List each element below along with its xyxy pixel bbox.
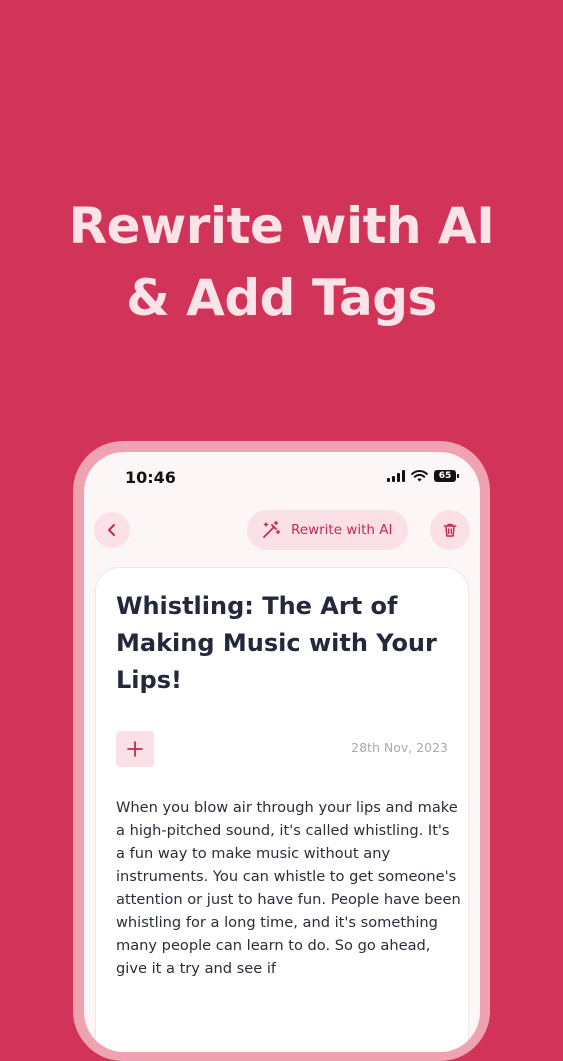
note-card: Whistling: The Art of Making Music with … [95,567,469,1052]
trash-icon [443,523,457,537]
delete-button[interactable] [430,510,470,550]
status-icons: 65 [387,470,459,482]
note-title[interactable]: Whistling: The Art of Making Music with … [116,588,451,699]
rewrite-with-ai-button[interactable]: Rewrite with AI [247,510,409,550]
battery-icon: 65 [434,470,459,482]
magic-wand-icon [263,520,281,538]
promo-headline-line-1: Rewrite with AI [68,197,495,255]
cellular-signal-icon [387,470,405,482]
note-body[interactable]: When you blow air through your lips and … [116,796,461,980]
back-button[interactable] [94,512,130,548]
note-date: 28th Nov, 2023 [351,740,448,755]
add-tag-button[interactable] [116,731,154,767]
chevron-left-icon [108,524,115,536]
rewrite-with-ai-label: Rewrite with AI [291,522,393,538]
phone-screen: 10:46 65 Rewrite with AI Whistling: The … [84,452,480,1052]
wifi-icon [411,470,428,482]
plus-icon [127,741,143,757]
status-time: 10:46 [125,468,176,487]
promo-headline-line-2: & Add Tags [126,269,437,327]
promo-headline: Rewrite with AI & Add Tags [0,190,563,334]
